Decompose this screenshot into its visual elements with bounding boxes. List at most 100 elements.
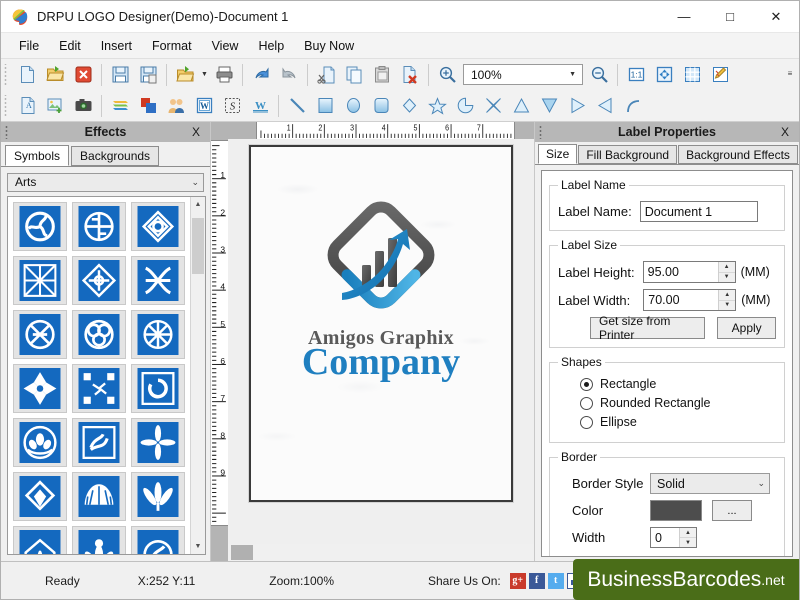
facebook-icon[interactable]: f	[529, 573, 545, 589]
symbol-item[interactable]	[131, 526, 185, 554]
maximize-button[interactable]: □	[707, 1, 753, 33]
border-color-swatch[interactable]	[650, 500, 702, 521]
insert-image-icon[interactable]	[41, 92, 69, 119]
signature-icon[interactable]: S	[218, 92, 246, 119]
menu-item-edit[interactable]: Edit	[49, 35, 91, 57]
open-folder-icon[interactable]	[41, 61, 69, 88]
grid-icon[interactable]	[678, 61, 706, 88]
spin-down-icon[interactable]: ▼	[680, 538, 696, 547]
menu-item-file[interactable]: File	[9, 35, 49, 57]
label-width-stepper[interactable]: 70.00 ▲ ▼	[643, 289, 736, 311]
chevron-down-icon[interactable]: ⌄	[191, 177, 199, 188]
toolbar-grip[interactable]	[3, 95, 10, 117]
symbol-item[interactable]	[72, 472, 126, 521]
label-properties-close-icon[interactable]: X	[781, 125, 789, 139]
border-style-combobox[interactable]: Solid ⌄	[650, 473, 770, 494]
scrollbar-track[interactable]	[191, 212, 205, 539]
label-height-spin-buttons[interactable]: ▲ ▼	[718, 262, 735, 282]
menu-item-buy-now[interactable]: Buy Now	[294, 35, 364, 57]
pie-shape-icon[interactable]	[451, 92, 479, 119]
arc-shape-icon[interactable]	[619, 92, 647, 119]
front-back-icon[interactable]	[134, 92, 162, 119]
menu-item-help[interactable]: Help	[248, 35, 294, 57]
symbol-item[interactable]	[72, 364, 126, 413]
symbol-item[interactable]	[13, 202, 67, 251]
spin-up-icon[interactable]: ▲	[719, 262, 735, 273]
symbol-item[interactable]	[13, 310, 67, 359]
new-document-icon[interactable]	[13, 61, 41, 88]
design-view-icon[interactable]	[706, 61, 734, 88]
border-width-stepper[interactable]: 0 ▲ ▼	[650, 527, 697, 548]
scrollbar-thumb[interactable]	[192, 218, 204, 274]
word-art-icon[interactable]: W	[190, 92, 218, 119]
symbol-item[interactable]	[131, 364, 185, 413]
symbol-item[interactable]	[72, 202, 126, 251]
layers-icon[interactable]	[106, 92, 134, 119]
triangle-right-shape-icon[interactable]	[563, 92, 591, 119]
actual-size-icon[interactable]: 1:1	[622, 61, 650, 88]
scroll-down-icon[interactable]: ▼	[191, 539, 205, 554]
undo-icon[interactable]	[247, 61, 275, 88]
menu-item-view[interactable]: View	[202, 35, 249, 57]
tab-symbols[interactable]: Symbols	[5, 145, 69, 166]
menu-item-insert[interactable]: Insert	[91, 35, 142, 57]
radio-rectangle-icon[interactable]	[580, 378, 593, 391]
symbol-item[interactable]	[131, 256, 185, 305]
redo-icon[interactable]	[275, 61, 303, 88]
symbol-item[interactable]	[13, 364, 67, 413]
radio-ellipse-icon[interactable]	[580, 416, 593, 429]
tab-backgrounds[interactable]: Backgrounds	[71, 146, 159, 166]
symbol-item[interactable]	[13, 472, 67, 521]
rectangle-shape-icon[interactable]	[311, 92, 339, 119]
star-shape-icon[interactable]	[423, 92, 451, 119]
close-document-icon[interactable]	[69, 61, 97, 88]
diamond-shape-icon[interactable]	[395, 92, 423, 119]
tab-fill-background[interactable]: Fill Background	[578, 145, 677, 164]
effects-panel-close-icon[interactable]: X	[192, 125, 200, 139]
symbol-item[interactable]	[72, 310, 126, 359]
spin-up-icon[interactable]: ▲	[719, 290, 735, 301]
symbol-item[interactable]	[131, 202, 185, 251]
toolbar-overflow-button[interactable]: ≡	[784, 63, 796, 83]
symbol-item[interactable]	[13, 418, 67, 467]
tab-size[interactable]: Size	[538, 144, 577, 164]
toolbar-grip[interactable]	[3, 64, 10, 86]
print-icon[interactable]	[210, 61, 238, 88]
contacts-icon[interactable]	[162, 92, 190, 119]
symbol-item[interactable]	[131, 310, 185, 359]
symbol-item[interactable]	[13, 256, 67, 305]
triangle-left-shape-icon[interactable]	[591, 92, 619, 119]
canvas-area[interactable]: Amigos Graphix Company	[228, 139, 534, 544]
spin-up-icon[interactable]: ▲	[680, 528, 696, 538]
minimize-button[interactable]: —	[661, 1, 707, 33]
shape-option-rounded-rectangle[interactable]: Rounded Rectangle	[580, 396, 776, 410]
save-icon[interactable]	[106, 61, 134, 88]
twitter-icon[interactable]: t	[548, 573, 564, 589]
label-height-value[interactable]: 95.00	[644, 262, 718, 282]
zoom-in-icon[interactable]	[433, 61, 461, 88]
horizontal-scrollbar-thumb[interactable]	[231, 545, 253, 560]
paste-icon[interactable]	[368, 61, 396, 88]
scroll-up-icon[interactable]: ▲	[191, 197, 205, 212]
tab-background-effects[interactable]: Background Effects	[678, 145, 798, 164]
border-width-value[interactable]: 0	[651, 528, 679, 547]
horizontal-ruler[interactable]: 123 456 7	[256, 122, 515, 139]
vertical-ruler[interactable]: 123 456 789	[211, 140, 228, 526]
copy-icon[interactable]	[340, 61, 368, 88]
insert-text-icon[interactable]: A	[13, 92, 41, 119]
spin-down-icon[interactable]: ▼	[719, 273, 735, 283]
symbol-item[interactable]	[72, 256, 126, 305]
fit-page-icon[interactable]	[650, 61, 678, 88]
line-shape-icon[interactable]	[283, 92, 311, 119]
label-page[interactable]: Amigos Graphix Company	[249, 145, 513, 502]
close-button[interactable]: ✕	[753, 1, 799, 33]
four-point-star-shape-icon[interactable]	[479, 92, 507, 119]
shape-option-rectangle[interactable]: Rectangle	[580, 377, 776, 391]
symbol-item[interactable]	[131, 472, 185, 521]
label-width-spin-buttons[interactable]: ▲ ▼	[718, 290, 735, 310]
symbol-item[interactable]	[13, 526, 67, 554]
label-height-stepper[interactable]: 95.00 ▲ ▼	[643, 261, 736, 283]
ellipse-shape-icon[interactable]	[339, 92, 367, 119]
triangle-down-shape-icon[interactable]	[535, 92, 563, 119]
save-as-icon[interactable]	[134, 61, 162, 88]
